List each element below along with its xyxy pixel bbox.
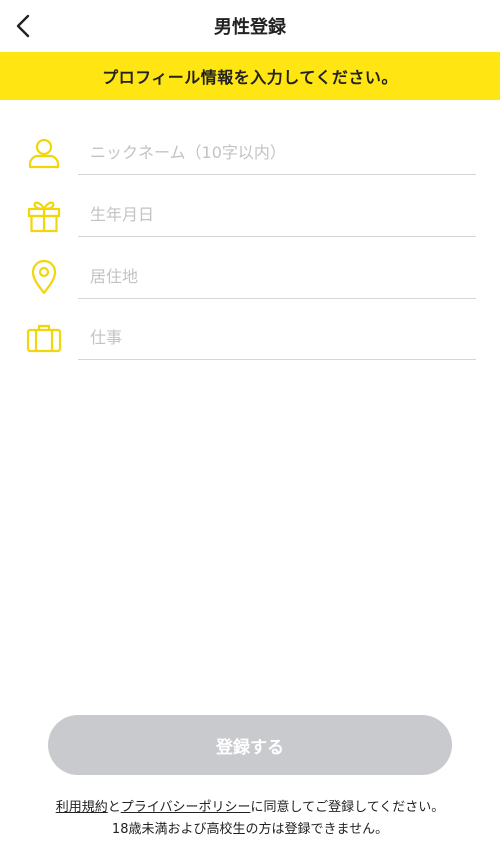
terms-agreement-line: 利用規約とプライバシーポリシーに同意してご登録してください。 xyxy=(0,797,500,819)
banner-text: プロフィール情報を入力してください。 xyxy=(102,68,398,87)
field-row-job xyxy=(0,308,500,370)
register-button[interactable]: 登録する xyxy=(48,715,452,775)
location-pin-icon xyxy=(24,257,64,297)
field-row-birthday xyxy=(0,185,500,247)
field-row-residence xyxy=(0,247,500,309)
job-input[interactable] xyxy=(78,316,476,360)
page-title: 男性登録 xyxy=(214,17,286,38)
gift-icon xyxy=(24,195,64,235)
header: 男性登録 xyxy=(0,0,500,52)
briefcase-icon xyxy=(24,318,64,358)
terms-connector: と xyxy=(107,800,121,815)
residence-input[interactable] xyxy=(78,255,476,299)
birthday-input[interactable] xyxy=(78,193,476,237)
terms-notice: 利用規約とプライバシーポリシーに同意してご登録してください。 18歳未満および高… xyxy=(0,797,500,841)
age-notice: 18歳未満および高校生の方は登録できません。 xyxy=(111,822,389,837)
nickname-input[interactable] xyxy=(78,131,476,175)
instruction-banner: プロフィール情報を入力してください。 xyxy=(0,52,500,100)
privacy-policy-link[interactable]: プライバシーポリシー xyxy=(121,800,251,815)
user-icon xyxy=(24,133,64,173)
field-row-nickname xyxy=(0,123,500,185)
terms-of-service-link[interactable]: 利用規約 xyxy=(56,800,108,815)
terms-agreement-text: に同意してご登録してください。 xyxy=(250,800,445,815)
